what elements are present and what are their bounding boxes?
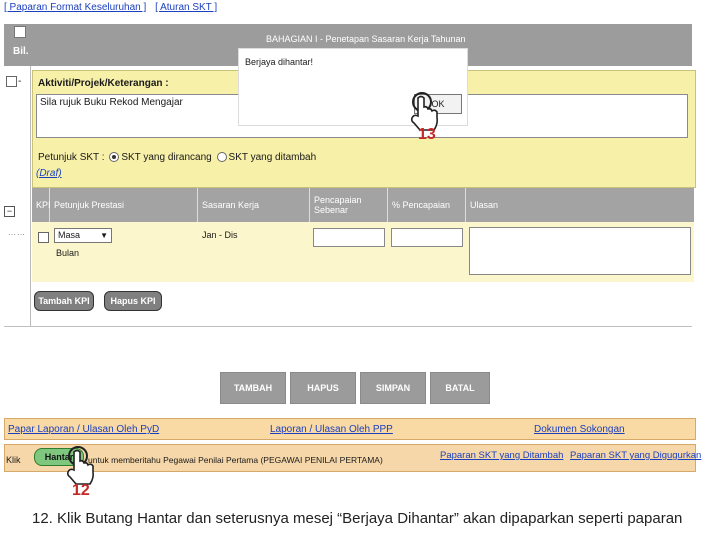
select-all-checkbox[interactable] <box>14 26 26 38</box>
instruction-caption: 12. Klik Butang Hantar dan seterusnya me… <box>32 510 683 527</box>
laporan-ppp-link[interactable]: Laporan / Ulasan Oleh PPP <box>270 424 393 435</box>
papar-laporan-pyd-link[interactable]: Papar Laporan / Ulasan Oleh PyD <box>8 424 159 435</box>
radio-ditambah-label: SKT yang ditambah <box>228 152 317 163</box>
kpi-checkbox[interactable] <box>38 232 49 243</box>
chevron-down-icon: ▼ <box>100 231 108 240</box>
tambah-button[interactable]: TAMBAH <box>220 372 286 404</box>
step-13-label: 13 <box>418 126 436 143</box>
col-ulasan: Ulasan <box>470 200 499 210</box>
collapse-minus-icon[interactable]: − <box>4 206 15 217</box>
radio-ditambah[interactable] <box>216 152 227 163</box>
bil-label: Bil. <box>13 46 29 57</box>
hantar-description: untuk memberitahu Pegawai Penilai Pertam… <box>88 455 383 465</box>
ulasan-textarea[interactable] <box>469 227 691 275</box>
petunjuk-label: Petunjuk SKT : <box>38 152 105 163</box>
simpan-button[interactable]: SIMPAN <box>360 372 426 404</box>
pencapaian-sebenar-input[interactable] <box>313 228 385 247</box>
petunjuk-row: Petunjuk SKT : SKT yang dirancang SKT ya… <box>38 152 316 163</box>
radio-dirancang-label: SKT yang dirancang <box>121 152 212 163</box>
col-sasaran-kerja: Sasaran Kerja <box>198 188 310 222</box>
hapus-button[interactable]: HAPUS <box>290 372 356 404</box>
kpi-table-header: KPI Petunjuk Prestasi Sasaran Kerja Penc… <box>32 188 694 222</box>
paparan-skt-ditambah-link[interactable]: Paparan SKT yang Ditambah <box>440 450 563 461</box>
petunjuk-select[interactable]: Masa ▼ <box>54 228 112 243</box>
row-number-column <box>4 66 31 326</box>
hapus-kpi-button[interactable]: Hapus KPI <box>104 291 162 311</box>
aturan-skt-link[interactable]: [ Aturan SKT ] <box>155 2 217 13</box>
paparan-skt-digugurkan-link[interactable]: Paparan SKT yang Digugurkan <box>570 450 701 461</box>
row-dash: - <box>18 76 22 87</box>
sasaran-value: Jan - Dis <box>202 230 238 240</box>
divider <box>4 326 692 327</box>
col-percent-pencapaian: % Pencapaian <box>388 188 466 222</box>
section-title: BAHAGIAN I - Penetapan Sasaran Kerja Tah… <box>266 34 466 44</box>
batal-button[interactable]: BATAL <box>430 372 490 404</box>
unit-label: Bulan <box>56 248 80 258</box>
col-pencapaian-sebenar: Pencapaian Sebenar <box>310 188 388 222</box>
col-petunjuk-prestasi: Petunjuk Prestasi <box>50 188 198 222</box>
tambah-kpi-button[interactable]: Tambah KPI <box>34 291 94 311</box>
paparan-format-link[interactable]: [ Paparan Format Keseluruhan ] <box>4 2 146 13</box>
klik-label: Klik <box>6 455 21 465</box>
top-links: [ Paparan Format Keseluruhan ] [ Aturan … <box>4 2 217 13</box>
tree-dots-icon: ⋯⋯ <box>8 230 26 239</box>
col-kpi: KPI <box>32 188 51 222</box>
dialog-message: Berjaya dihantar! <box>245 57 314 67</box>
percent-pencapaian-input[interactable] <box>391 228 463 247</box>
row-checkbox[interactable] <box>6 76 17 87</box>
step-12-label: 12 <box>72 482 90 499</box>
draf-link[interactable]: (Draf) <box>36 168 62 179</box>
activity-label: Aktiviti/Projek/Keterangan : <box>38 78 169 89</box>
radio-dirancang[interactable] <box>109 152 120 163</box>
dokumen-sokongan-link[interactable]: Dokumen Sokongan <box>534 424 625 435</box>
